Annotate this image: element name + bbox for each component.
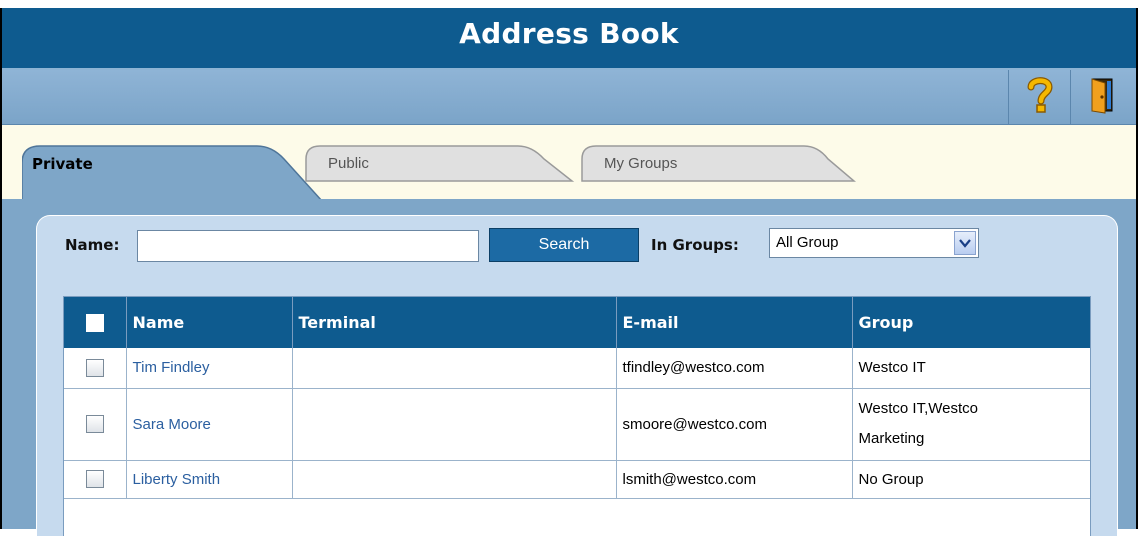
- header-name[interactable]: Name: [126, 297, 293, 348]
- chevron-down-icon[interactable]: [954, 231, 976, 255]
- tab-strip: Private Public My Groups: [2, 125, 1136, 201]
- header-email[interactable]: E-mail: [616, 297, 853, 348]
- header-group[interactable]: Group: [852, 297, 1090, 348]
- tab-my-groups-label: My Groups: [604, 155, 678, 172]
- table-header-row: Name Terminal E-mail Group: [64, 297, 1090, 348]
- search-button[interactable]: Search: [489, 228, 639, 262]
- exit-door-icon: [1087, 75, 1117, 119]
- table-row: Tim Findley tfindley@westco.com Westco I…: [64, 348, 1090, 389]
- row-checkbox[interactable]: [85, 358, 104, 377]
- contact-terminal: [292, 460, 617, 499]
- search-panel: Name: Search In Groups: All Group Name T…: [36, 215, 1118, 536]
- contact-group: Westco IT,Westco Marketing: [852, 388, 1090, 461]
- contact-terminal: [292, 388, 617, 461]
- contact-email: lsmith@westco.com: [616, 460, 853, 499]
- top-partial-strip: [0, 0, 1141, 8]
- name-label: Name:: [65, 236, 120, 254]
- table-row: Sara Moore smoore@westco.com Westco IT,W…: [64, 388, 1090, 461]
- row-checkbox-cell: [64, 460, 127, 499]
- help-button[interactable]: [1008, 70, 1070, 124]
- tab-private[interactable]: Private: [22, 145, 322, 201]
- tab-public[interactable]: Public: [300, 145, 580, 201]
- contact-name-link[interactable]: Sara Moore: [126, 388, 293, 461]
- row-checkbox[interactable]: [85, 470, 104, 489]
- group-select-value: All Group: [776, 234, 839, 251]
- address-book-window: Address Book Private Public My Groups Na…: [0, 8, 1138, 536]
- tab-public-label: Public: [328, 155, 369, 172]
- contact-group-line: Westco IT,Westco: [858, 400, 978, 417]
- exit-button[interactable]: [1070, 70, 1132, 124]
- contact-group: No Group: [852, 460, 1090, 499]
- contact-group-line: No Group: [858, 470, 924, 488]
- in-groups-label: In Groups:: [651, 236, 739, 254]
- row-checkbox-cell: [64, 388, 127, 461]
- toolbar: [2, 70, 1136, 125]
- contact-name-link[interactable]: Liberty Smith: [126, 460, 293, 499]
- row-checkbox[interactable]: [85, 415, 104, 434]
- contact-terminal: [292, 348, 617, 389]
- group-select[interactable]: All Group: [769, 228, 979, 258]
- header-terminal[interactable]: Terminal: [292, 297, 617, 348]
- table-row: Liberty Smith lsmith@westco.com No Group: [64, 460, 1090, 499]
- contact-group: Westco IT: [852, 348, 1090, 389]
- page-title: Address Book: [459, 17, 679, 50]
- content-area: Name: Search In Groups: All Group Name T…: [2, 199, 1136, 536]
- contact-group-line: Westco IT: [858, 359, 926, 377]
- title-bar: Address Book: [2, 8, 1136, 70]
- contact-group-line: Marketing: [858, 430, 925, 447]
- contact-name-link[interactable]: Tim Findley: [126, 348, 293, 389]
- select-all-header: [64, 297, 127, 348]
- contacts-table-container: Name Terminal E-mail Group Tim Findley t…: [63, 296, 1091, 536]
- tab-private-label: Private: [32, 155, 93, 173]
- name-search-input[interactable]: [137, 230, 479, 262]
- question-mark-icon: [1025, 76, 1055, 118]
- contacts-table: Name Terminal E-mail Group Tim Findley t…: [64, 297, 1090, 499]
- row-checkbox-cell: [64, 348, 127, 389]
- tab-my-groups[interactable]: My Groups: [576, 145, 856, 201]
- select-all-checkbox[interactable]: [85, 314, 104, 333]
- contact-email: smoore@westco.com: [616, 388, 853, 461]
- contact-email: tfindley@westco.com: [616, 348, 853, 389]
